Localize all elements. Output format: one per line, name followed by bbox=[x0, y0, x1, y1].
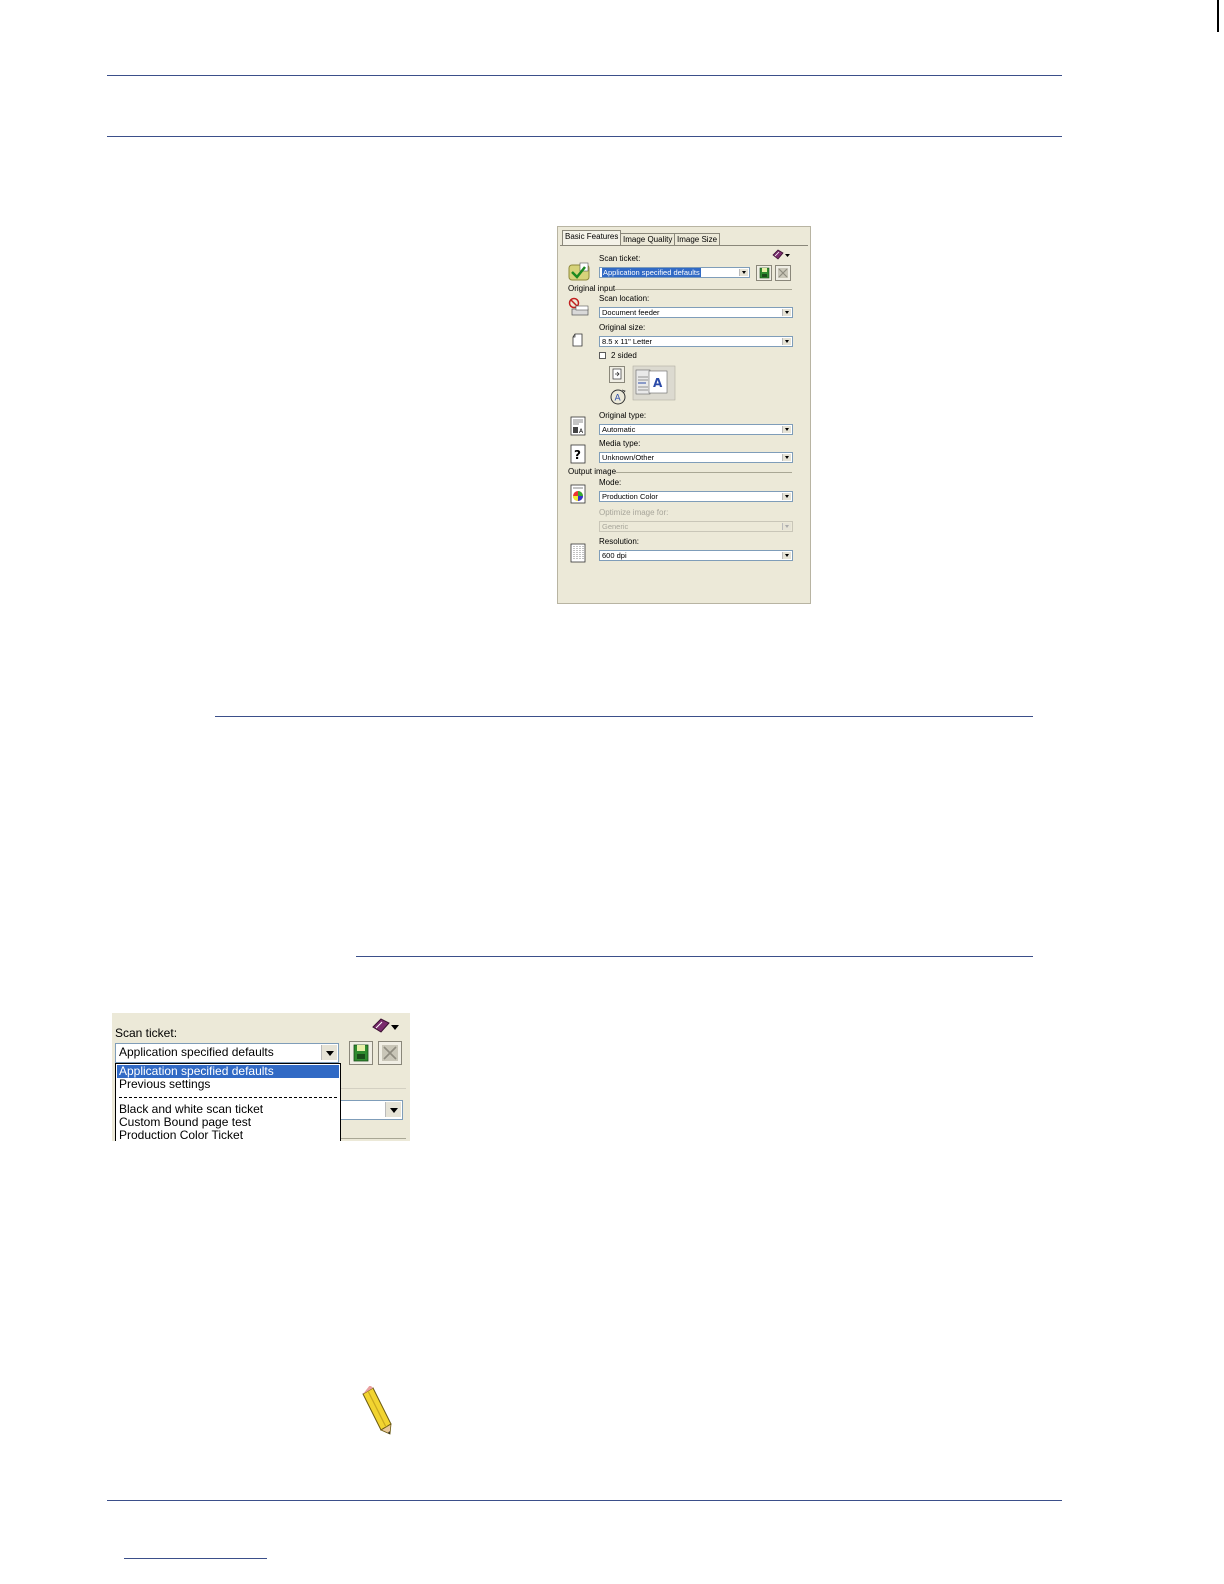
tab-basic-features[interactable]: Basic Features bbox=[562, 230, 622, 246]
scan-ticket-check-icon bbox=[568, 262, 590, 281]
zoom-background-divider-2 bbox=[340, 1138, 406, 1139]
scan-ticket-dropdown-enlarged: Scan ticket: Application specified defau… bbox=[112, 1013, 410, 1141]
section-rule-2 bbox=[356, 956, 1033, 957]
zoom-scan-ticket-combo[interactable]: Application specified defaults bbox=[115, 1043, 339, 1063]
svg-text:?: ? bbox=[574, 448, 581, 462]
zoom-background-combo bbox=[338, 1100, 403, 1120]
media-type-question-icon: ? bbox=[570, 444, 586, 464]
rotate-a-icon[interactable]: A bbox=[609, 388, 627, 406]
zoom-delete-ticket-button[interactable] bbox=[378, 1041, 402, 1065]
page-orientation-icon bbox=[612, 368, 622, 380]
two-sided-checkbox[interactable] bbox=[599, 352, 606, 359]
media-type-dropdown[interactable]: Unknown/Other bbox=[599, 452, 793, 463]
footer-rule bbox=[107, 1500, 1062, 1501]
scan-ticket-label: Scan ticket: bbox=[599, 254, 641, 263]
delete-ticket-button[interactable] bbox=[775, 265, 791, 281]
original-type-label: Original type: bbox=[599, 411, 647, 420]
zoom-scan-ticket-label: Scan ticket: bbox=[115, 1026, 178, 1040]
two-sided-label: 2 sided bbox=[611, 351, 637, 360]
optimize-image-dropdown[interactable]: Generic bbox=[599, 521, 793, 532]
tab-panel-border bbox=[560, 245, 808, 246]
save-disk-icon bbox=[353, 1044, 369, 1062]
scan-ticket-options-list: Application specified defaults Previous … bbox=[115, 1063, 341, 1141]
original-size-label: Original size: bbox=[599, 323, 646, 332]
svg-text:A: A bbox=[615, 394, 622, 404]
scan-ticket-dropdown[interactable]: Application specified defaults bbox=[599, 267, 750, 278]
output-image-divider bbox=[616, 472, 792, 473]
page-size-icon bbox=[572, 333, 583, 347]
page-edge-mark bbox=[1217, 0, 1219, 32]
original-type-icon: A bbox=[570, 416, 586, 436]
header-rule-bottom bbox=[107, 136, 1062, 137]
scan-location-dropdown[interactable]: Document feeder bbox=[599, 307, 793, 318]
zoom-background-divider bbox=[340, 1088, 406, 1089]
original-size-dropdown[interactable]: 8.5 x 11" Letter bbox=[599, 336, 793, 347]
option-previous-settings[interactable]: Previous settings bbox=[117, 1078, 339, 1091]
scan-settings-dialog: Basic Features Image Quality Image Size … bbox=[557, 226, 811, 604]
original-type-dropdown[interactable]: Automatic bbox=[599, 424, 793, 435]
options-separator bbox=[119, 1097, 337, 1098]
book-menu-icon[interactable] bbox=[370, 1017, 402, 1035]
resolution-grid-icon bbox=[570, 543, 586, 563]
mode-label: Mode: bbox=[599, 478, 622, 487]
output-image-group-label: Output image bbox=[568, 467, 617, 476]
delete-x-icon bbox=[778, 268, 788, 278]
duplex-preview-icon: A bbox=[632, 365, 676, 401]
save-disk-icon bbox=[759, 267, 770, 279]
delete-x-icon bbox=[382, 1045, 398, 1061]
book-menu-icon[interactable] bbox=[771, 249, 791, 261]
svg-text:A: A bbox=[653, 376, 663, 390]
save-ticket-button[interactable] bbox=[756, 265, 772, 281]
option-production-color-ticket[interactable]: Production Color Ticket bbox=[117, 1129, 339, 1142]
scan-location-label: Scan location: bbox=[599, 294, 650, 303]
section-rule-1 bbox=[215, 716, 1033, 717]
original-input-group-label: Original input bbox=[568, 284, 616, 293]
note-pencil-icon bbox=[362, 1386, 392, 1435]
zoom-save-ticket-button[interactable] bbox=[349, 1041, 373, 1065]
color-mode-icon bbox=[570, 484, 586, 504]
optimize-image-label: Optimize image for: bbox=[599, 508, 669, 517]
footer-link-underline bbox=[124, 1558, 267, 1559]
resolution-dropdown[interactable]: 600 dpi bbox=[599, 550, 793, 561]
scan-location-icon bbox=[568, 297, 589, 316]
header-rule-top bbox=[107, 75, 1062, 76]
original-input-divider bbox=[614, 289, 792, 290]
mode-dropdown[interactable]: Production Color bbox=[599, 491, 793, 502]
resolution-label: Resolution: bbox=[599, 537, 640, 546]
media-type-label: Media type: bbox=[599, 439, 641, 448]
orientation-button[interactable] bbox=[609, 366, 625, 383]
